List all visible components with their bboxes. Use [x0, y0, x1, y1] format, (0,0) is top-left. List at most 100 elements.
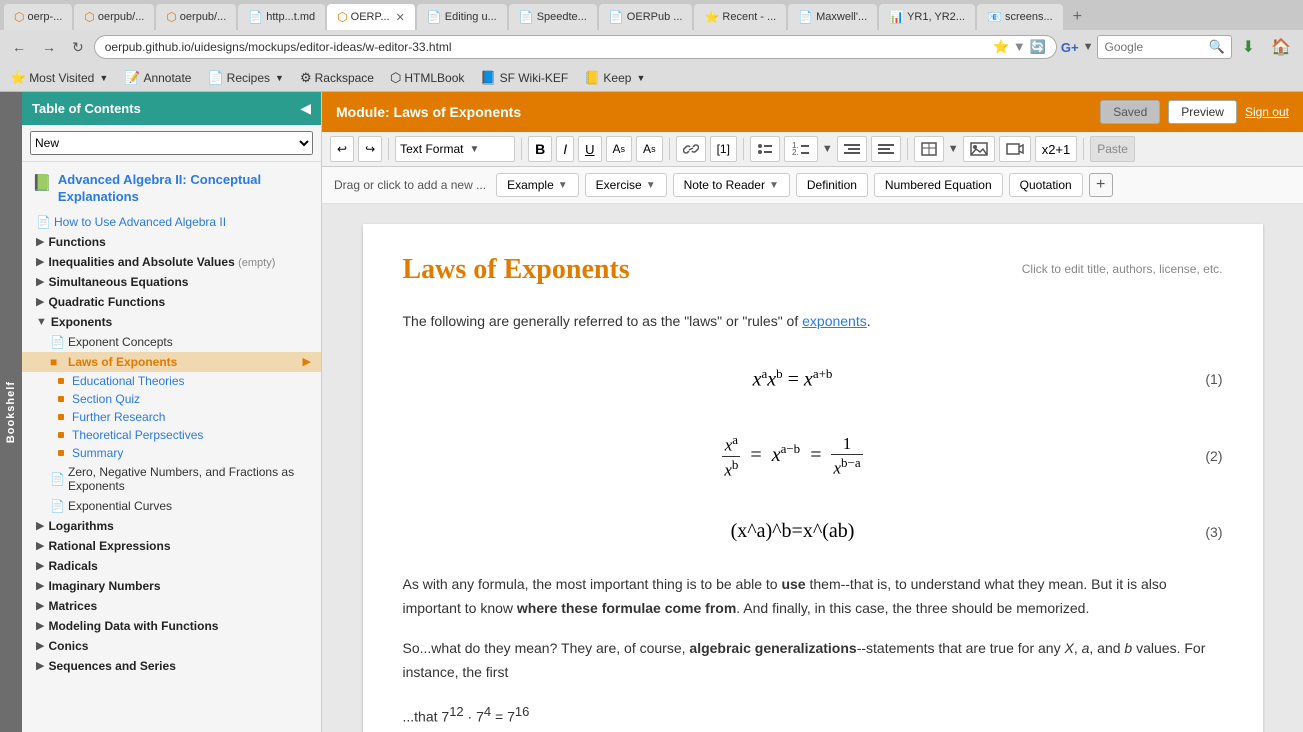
toc-item-quadratic[interactable]: ▶ Quadratic Functions [22, 292, 321, 312]
nav-bar: ← → ↻ oerpub.github.io/uidesigns/mockups… [0, 30, 1303, 64]
saved-button[interactable]: Saved [1100, 100, 1160, 124]
toc-subitem-educational-label: Educational Theories [72, 374, 185, 388]
tab-12[interactable]: 📧 screens... [977, 4, 1063, 30]
toc-subitem-summary[interactable]: Summary [22, 444, 321, 462]
toc-subitem-further-research[interactable]: Further Research [22, 408, 321, 426]
tab-2[interactable]: ⬡ oerpub/... [74, 4, 154, 30]
back-button[interactable]: ← [6, 37, 32, 57]
list-unordered-button[interactable] [750, 136, 780, 162]
toc-item-laws-of-exponents[interactable]: ■ Laws of Exponents ▶ [22, 352, 321, 372]
tab-4[interactable]: 📄 http...t.md [238, 4, 325, 30]
edit-meta-hint[interactable]: Click to edit title, authors, license, e… [1022, 262, 1223, 276]
tab-10[interactable]: 📄 Maxwell'... [788, 4, 877, 30]
toc-subitem-educational[interactable]: Educational Theories [22, 372, 321, 390]
toc-item-simultaneous[interactable]: ▶ Simultaneous Equations [22, 272, 321, 292]
toc-item-inequalities[interactable]: ▶ Inequalities and Absolute Values (empt… [22, 252, 321, 272]
toc-new-select[interactable]: New [30, 131, 313, 155]
toc-collapse-button[interactable]: ◀ [300, 100, 311, 117]
list-ordered-button[interactable]: 1. 2. [784, 136, 818, 162]
preview-button[interactable]: Preview [1168, 100, 1237, 124]
toc-arrow-matrices: ▶ [36, 599, 44, 612]
underline-button[interactable]: U [578, 136, 601, 162]
toc-item-logarithms[interactable]: ▶ Logarithms [22, 516, 321, 536]
toc-item-functions[interactable]: ▶ Functions [22, 232, 321, 252]
format-select[interactable]: Text Format ▼ [395, 136, 515, 162]
editor-content[interactable]: Laws of Exponents Click to edit title, a… [322, 204, 1303, 732]
bookmark-rackspace[interactable]: ⚙ Rackspace [296, 68, 378, 88]
toc-item-modeling[interactable]: ▶ Modeling Data with Functions [22, 616, 321, 636]
page-title-row: Laws of Exponents Click to edit title, a… [403, 254, 1223, 286]
insert-definition-button[interactable]: Definition [796, 173, 868, 197]
search-input[interactable] [1104, 40, 1204, 54]
format-select-arrow: ▼ [469, 144, 479, 155]
bookmarks-bar: ⭐ Most Visited ▼ 📝 Annotate 📄 Recipes ▼ … [0, 64, 1303, 92]
tab-6[interactable]: 📄 Editing u... [417, 4, 507, 30]
tab-5-active[interactable]: ⬡ OERP... ✕ [327, 4, 415, 30]
toc-item-exponential-curves[interactable]: 📄 Exponential Curves [22, 496, 321, 516]
reload-button[interactable]: ↻ [66, 37, 90, 58]
signout-link[interactable]: Sign out [1245, 105, 1289, 119]
toc-item-conics[interactable]: ▶ Conics [22, 636, 321, 656]
tab-9[interactable]: ⭐ Recent - ... [694, 4, 786, 30]
indent-button[interactable] [837, 136, 867, 162]
table-button[interactable] [914, 136, 944, 162]
recipes-icon: 📄 [207, 70, 223, 86]
address-bar[interactable]: oerpub.github.io/uidesigns/mockups/edito… [94, 35, 1057, 59]
toc-item-imaginary[interactable]: ▶ Imaginary Numbers [22, 576, 321, 596]
toc-subitem-section-quiz[interactable]: Section Quiz [22, 390, 321, 408]
tab-1[interactable]: ⬡ oerp-... [4, 4, 72, 30]
superscript-button[interactable]: As [606, 136, 633, 162]
insert-more-button[interactable]: + [1089, 173, 1113, 197]
bookmark-most-visited[interactable]: ⭐ Most Visited ▼ [6, 68, 112, 88]
insert-exercise-button[interactable]: Exercise ▼ [585, 173, 667, 197]
tab-8[interactable]: 📄 OERPub ... [599, 4, 693, 30]
search-bar[interactable]: 🔍 [1097, 35, 1231, 59]
tab-5-close[interactable]: ✕ [396, 11, 405, 24]
bookmark-sf-wiki[interactable]: 📘 SF Wiki-KEF [476, 68, 572, 88]
exponents-link[interactable]: exponents [802, 313, 867, 329]
recipes-arrow: ▼ [275, 73, 284, 83]
download-icon[interactable]: ⬇ [1236, 35, 1261, 59]
toc-item-rational[interactable]: ▶ Rational Expressions [22, 536, 321, 556]
bookmark-htmlbook[interactable]: ⬡ HTMLBook [386, 68, 468, 88]
link-button[interactable] [676, 136, 706, 162]
bookshelf-sidebar[interactable]: Bookshelf [0, 92, 22, 732]
math-button[interactable]: x2+1 [1035, 136, 1078, 162]
tab-11[interactable]: 📊 YR1, YR2... [879, 4, 975, 30]
undo-button[interactable]: ↩ [330, 136, 354, 162]
search-submit-icon[interactable]: 🔍 [1208, 39, 1224, 55]
tab-7[interactable]: 📄 Speedte... [509, 4, 597, 30]
toc-item-matrices[interactable]: ▶ Matrices [22, 596, 321, 616]
toc-book-name[interactable]: Advanced Algebra II: Conceptual Explanat… [58, 172, 311, 206]
insert-example-button[interactable]: Example ▼ [496, 173, 579, 197]
add-tab-button[interactable]: + [1065, 4, 1090, 30]
footnote-button[interactable]: [1] [710, 136, 737, 162]
toc-subitem-theoretical[interactable]: Theoretical Perpsectives [22, 426, 321, 444]
page-title[interactable]: Laws of Exponents [403, 254, 630, 286]
image-button[interactable] [963, 136, 995, 162]
toc-item-sequences[interactable]: ▶ Sequences and Series [22, 656, 321, 676]
toc-item-exponent-concepts[interactable]: 📄 Exponent Concepts [22, 332, 321, 352]
redo-button[interactable]: ↪ [358, 136, 382, 162]
paste-button[interactable]: Paste [1090, 136, 1135, 162]
insert-note-button[interactable]: Note to Reader ▼ [673, 173, 790, 197]
bold-button[interactable]: B [528, 136, 552, 162]
format-select-label: Text Format [400, 142, 463, 156]
home-button[interactable]: 🏠 [1265, 35, 1297, 59]
bookmark-annotate[interactable]: 📝 Annotate [120, 68, 195, 88]
insert-numbered-equation-button[interactable]: Numbered Equation [874, 173, 1003, 197]
toc-item-sequences-label: Sequences and Series [48, 659, 175, 673]
subscript-button[interactable]: As [636, 136, 663, 162]
forward-button[interactable]: → [36, 37, 62, 57]
insert-quotation-button[interactable]: Quotation [1009, 173, 1083, 197]
bookmark-keep[interactable]: 📒 Keep ▼ [580, 68, 649, 88]
outdent-button[interactable] [871, 136, 901, 162]
video-button[interactable] [999, 136, 1031, 162]
toc-item-radicals[interactable]: ▶ Radicals [22, 556, 321, 576]
toc-item-how-to-use[interactable]: 📄 How to Use Advanced Algebra II [22, 212, 321, 232]
italic-button[interactable]: I [556, 136, 574, 162]
toc-item-zero-negative[interactable]: 📄 Zero, Negative Numbers, and Fractions … [22, 462, 321, 496]
toc-item-exponents[interactable]: ▼ Exponents [22, 312, 321, 332]
tab-3[interactable]: ⬡ oerpub/... [156, 4, 236, 30]
bookmark-recipes[interactable]: 📄 Recipes ▼ [203, 68, 287, 88]
